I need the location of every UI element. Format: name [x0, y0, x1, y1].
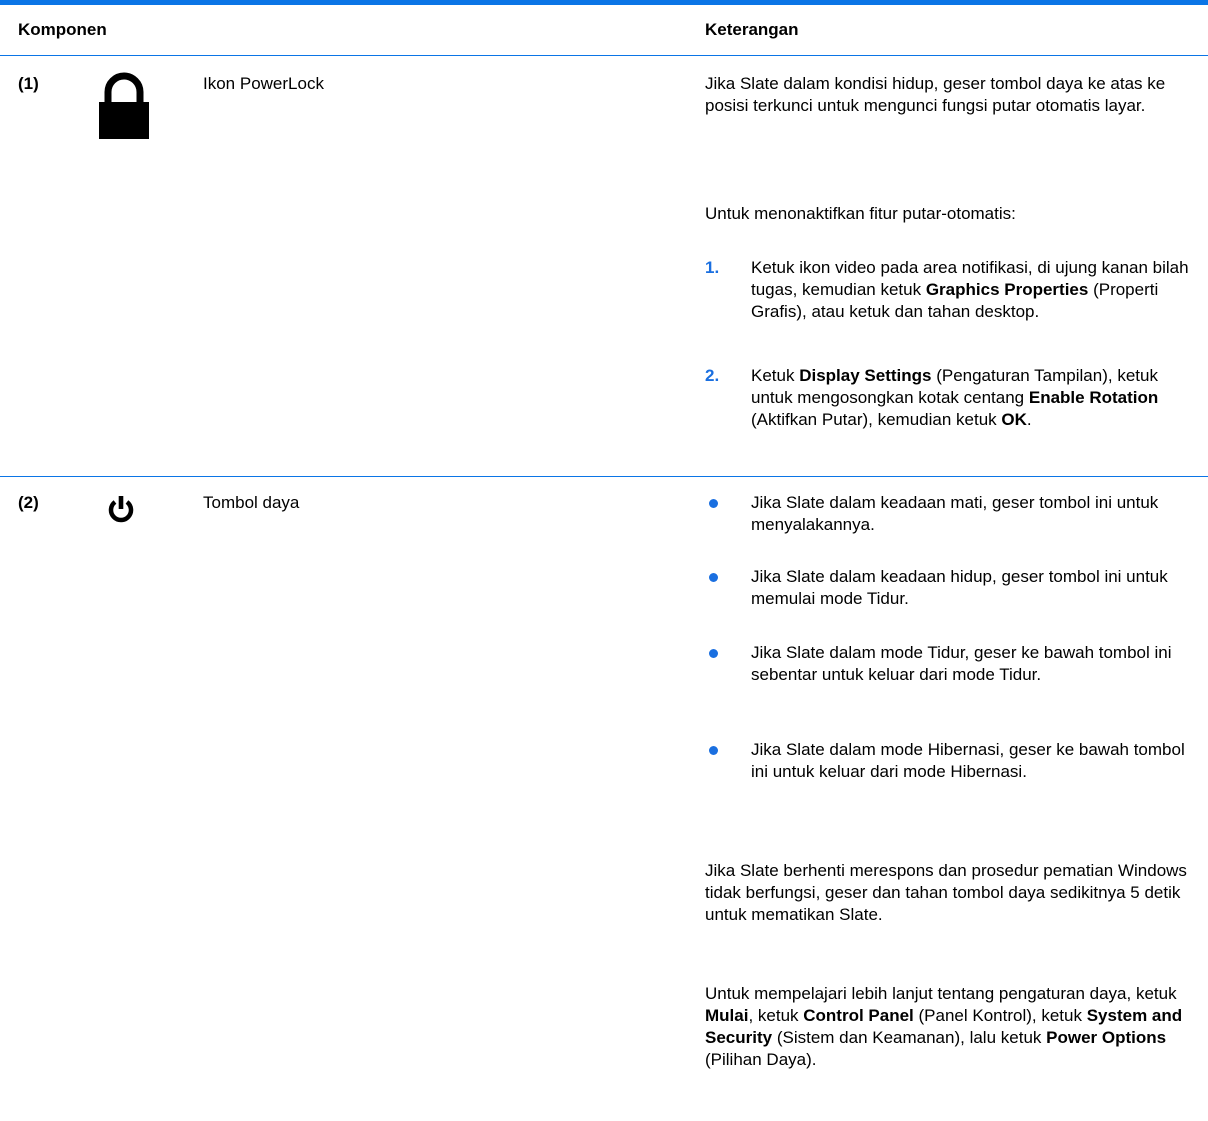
header-description: Keterangan	[705, 20, 799, 39]
component-table: Komponen Keterangan (1) Ikon PowerLock J…	[0, 0, 1208, 1121]
bullet-dot	[709, 746, 718, 755]
padlock-icon	[99, 72, 149, 139]
row2-paragraph-2: Untuk mempelajari lebih lanjut tentang p…	[705, 984, 1183, 1069]
power-icon	[108, 496, 134, 523]
step1-marker: 1.	[705, 258, 720, 277]
bullet-item-2: Jika Slate dalam keadaan hidup, geser to…	[751, 567, 1168, 608]
bullet-dot	[709, 573, 718, 582]
bullet-item-3: Jika Slate dalam mode Tidur, geser ke ba…	[751, 643, 1172, 684]
step1-text: Ketuk ikon video pada area notifikasi, d…	[751, 258, 1189, 321]
row-divider	[0, 476, 1208, 477]
row1-intro: Jika Slate dalam kondisi hidup, geser to…	[705, 74, 1166, 115]
header-component: Komponen	[18, 20, 107, 39]
bullet-item-4: Jika Slate dalam mode Hibernasi, geser k…	[751, 740, 1185, 781]
row1-name: Ikon PowerLock	[203, 74, 324, 93]
row2-paragraph-1: Jika Slate berhenti merespons dan prosed…	[705, 861, 1187, 924]
row1-steps-intro: Untuk menonaktifkan fitur putar-otomatis…	[705, 204, 1016, 223]
row2-name: Tombol daya	[203, 493, 300, 512]
header-rule	[0, 55, 1208, 56]
bullet-item-1: Jika Slate dalam keadaan mati, geser tom…	[751, 493, 1159, 534]
step2-marker: 2.	[705, 366, 720, 385]
bullet-dot	[709, 499, 718, 508]
row1-number: (1)	[18, 74, 39, 93]
table-top-rule	[0, 0, 1208, 5]
step2-text: Ketuk Display Settings (Pengaturan Tampi…	[751, 366, 1159, 429]
row2-number: (2)	[18, 493, 39, 512]
bullet-dot	[709, 649, 718, 658]
